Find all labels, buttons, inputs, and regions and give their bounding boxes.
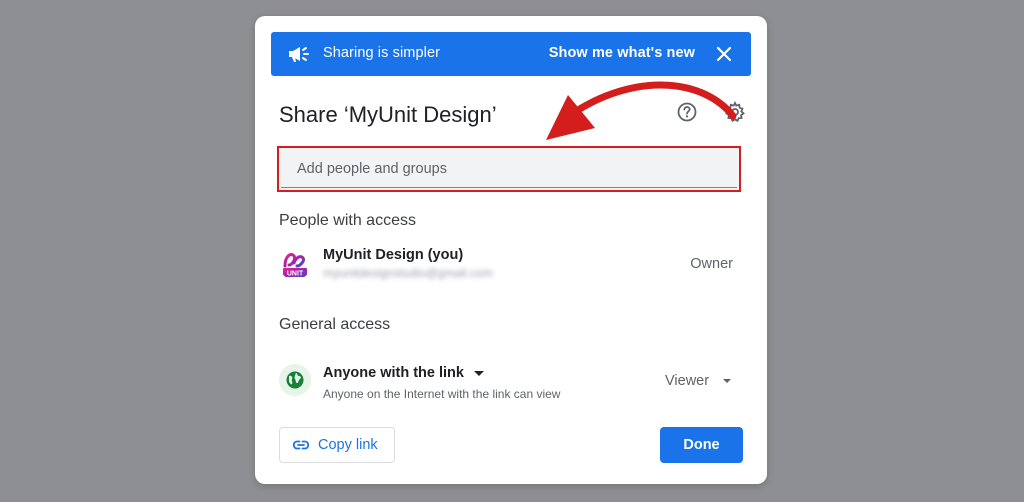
chevron-down-icon [723, 379, 732, 383]
copy-link-button[interactable]: Copy link [279, 427, 395, 463]
dialog-title: Share ‘MyUnit Design’ [279, 102, 497, 127]
done-button[interactable]: Done [660, 427, 743, 463]
person-email: myunitdesignstudio@gmail.com [323, 266, 493, 280]
globe-icon [286, 371, 304, 389]
link-icon [292, 440, 310, 450]
add-people-highlight [277, 146, 741, 192]
people-with-access-heading: People with access [279, 212, 416, 229]
gear-icon[interactable] [723, 100, 747, 124]
banner-text: Sharing is simpler [323, 45, 441, 61]
link-access-label: Anyone with the link [323, 365, 464, 381]
share-dialog: Sharing is simpler Show me what's new Sh… [255, 16, 767, 484]
viewer-role-dropdown[interactable]: Viewer [665, 373, 732, 389]
megaphone-icon [287, 43, 311, 65]
copy-link-label: Copy link [318, 437, 378, 453]
close-icon[interactable] [713, 43, 735, 65]
owner-role-label: Owner [690, 256, 733, 272]
sharing-banner: Sharing is simpler Show me what's new [271, 32, 751, 76]
globe-icon-container [279, 364, 311, 396]
avatar: UNIT [279, 248, 311, 280]
link-access-dropdown[interactable]: Anyone with the link [323, 365, 484, 381]
help-icon[interactable] [675, 100, 699, 124]
person-name: MyUnit Design (you) [323, 247, 464, 263]
general-access-heading: General access [279, 316, 391, 333]
add-people-input[interactable] [281, 150, 737, 188]
show-whats-new-link[interactable]: Show me what's new [549, 45, 695, 61]
viewer-role-label: Viewer [665, 373, 710, 389]
chevron-down-icon [473, 370, 484, 376]
avatar-text: UNIT [287, 271, 304, 278]
link-access-description: Anyone on the Internet with the link can… [323, 387, 561, 401]
